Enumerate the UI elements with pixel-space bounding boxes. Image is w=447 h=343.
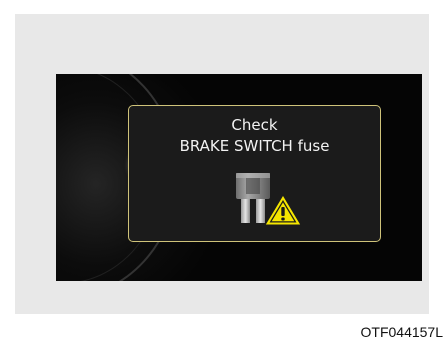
fuse-icon bbox=[236, 173, 270, 223]
message-line-2: BRAKE SWITCH fuse bbox=[179, 137, 330, 155]
figure-canvas: N Check BRAKE SWITCH fuse bbox=[0, 0, 447, 343]
message-line-1: Check bbox=[231, 116, 278, 134]
warning-message-box: Check BRAKE SWITCH fuse bbox=[128, 105, 381, 242]
figure-code-caption: OTF044157L bbox=[360, 324, 444, 340]
fuse-warning-graphic bbox=[236, 173, 302, 226]
warning-triangle-icon bbox=[264, 194, 302, 226]
